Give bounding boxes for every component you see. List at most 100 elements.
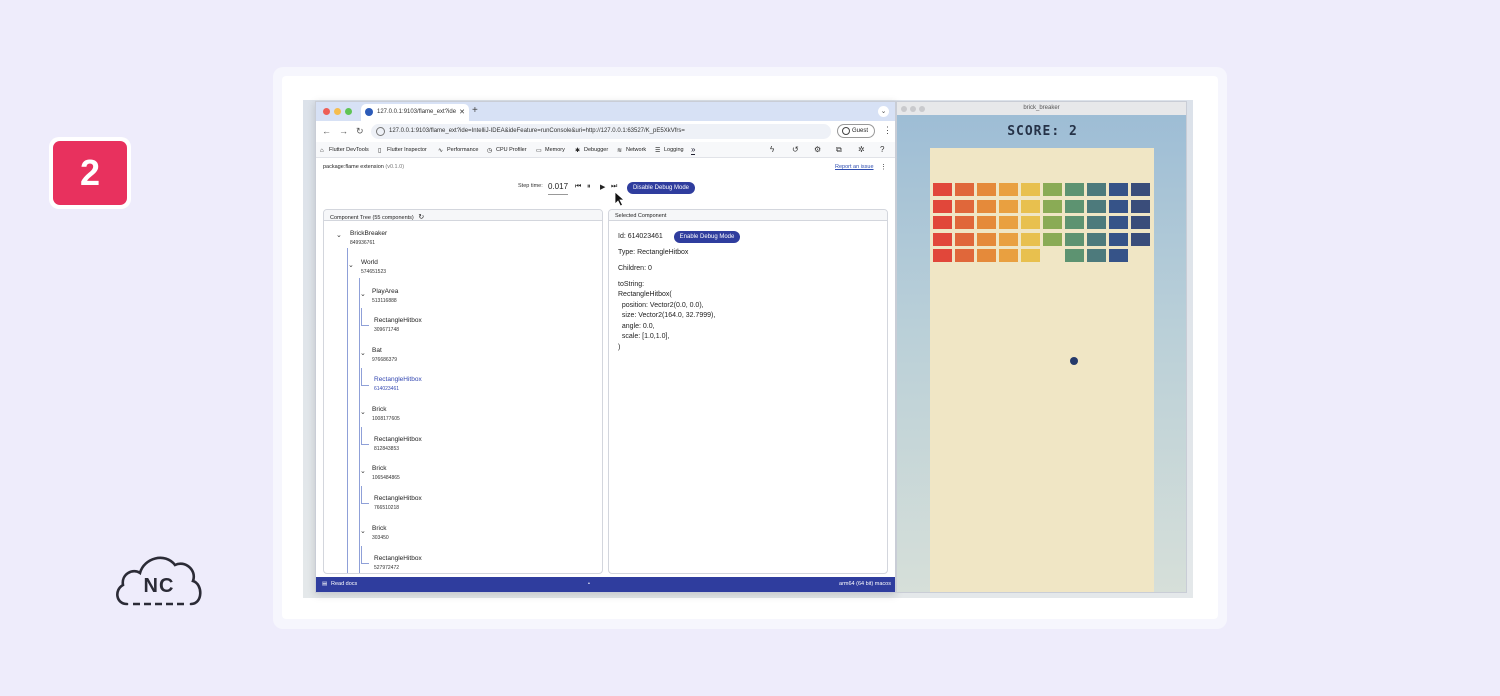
more-tabs-button[interactable]: » — [691, 145, 696, 155]
brick — [1109, 199, 1128, 213]
tree-line — [361, 385, 369, 386]
brick — [999, 199, 1018, 213]
chevron-down-icon[interactable]: ⌄ — [360, 467, 366, 475]
component-children: Children: 0 — [618, 265, 652, 272]
brick — [977, 216, 996, 229]
tab-flutter-inspector[interactable]: ▯ Flutter Inspector — [378, 147, 427, 154]
minimize-window-button[interactable] — [910, 106, 916, 112]
brick — [955, 199, 974, 213]
package-name: package:flame extension — [323, 164, 384, 170]
nc-cloud-logo: NC — [113, 550, 205, 610]
tree-node-brick[interactable]: Brick 303450 — [372, 525, 389, 541]
reload-icon[interactable]: ↻ — [356, 126, 364, 137]
new-tab-button[interactable]: + — [472, 105, 478, 116]
selected-component-header: Selected Component — [609, 210, 887, 221]
tree-node-brick[interactable]: Brick 1065484865 — [372, 465, 400, 481]
brick — [955, 232, 974, 246]
tree-node-rectanglehitbox-selected[interactable]: RectangleHitbox 614023461 — [374, 376, 422, 392]
component-id: Id: 614023461 — [618, 233, 663, 240]
brick — [1087, 249, 1106, 262]
tree-node-world[interactable]: World 574651523 — [361, 259, 386, 275]
chevron-down-icon[interactable]: ⌄ — [360, 290, 366, 298]
tree-line — [361, 444, 369, 445]
lightning-icon[interactable]: ϟ — [770, 145, 774, 154]
step-badge: 2 — [49, 137, 131, 209]
brick — [933, 232, 952, 246]
extension-menu-icon[interactable]: ⋮ — [880, 163, 887, 171]
read-docs-link[interactable]: Read docs — [331, 581, 357, 587]
wifi-icon: ≋ — [617, 148, 623, 154]
tab-memory[interactable]: ▭ Memory — [536, 147, 565, 154]
report-issue-link[interactable]: Report an issue — [835, 164, 874, 170]
chevron-down-icon[interactable]: ⌄ — [360, 408, 366, 416]
help-icon[interactable]: ? — [880, 145, 884, 154]
refresh-icon[interactable]: ↻ — [418, 214, 424, 221]
play-area[interactable] — [930, 148, 1154, 592]
tab-title: 127.0.0.1:9103/flame_ext?ide — [377, 109, 457, 115]
brick — [1109, 216, 1128, 229]
tab-logging[interactable]: ☰ Logging — [655, 147, 684, 154]
tab-debugger[interactable]: ✱ Debugger — [575, 147, 608, 154]
tree-node-bat[interactable]: Bat 976686379 — [372, 347, 397, 363]
history-icon[interactable]: ↺ — [792, 145, 799, 154]
tree-node-rectanglehitbox[interactable]: RectangleHitbox 527972472 — [374, 555, 422, 571]
tab-search-icon[interactable]: ⌄ — [878, 106, 889, 117]
pause-icon[interactable]: ⏸ — [587, 183, 591, 191]
chevron-down-icon[interactable]: ⌄ — [336, 231, 342, 239]
disable-debug-mode-button[interactable]: Disable Debug Mode — [627, 182, 695, 194]
brick — [1109, 183, 1128, 196]
enable-debug-mode-button[interactable]: Enable Debug Mode — [674, 231, 740, 243]
close-window-button[interactable] — [323, 108, 330, 115]
tree-node-rectanglehitbox[interactable]: RectangleHitbox 309671748 — [374, 317, 422, 333]
tree-node-brick[interactable]: Brick 1008177605 — [372, 406, 400, 422]
chevron-down-icon[interactable]: ⌄ — [348, 261, 354, 269]
brick — [1021, 183, 1040, 196]
tree-node-playarea[interactable]: PlayArea 513116888 — [372, 288, 398, 304]
chevron-down-icon[interactable]: ⌄ — [360, 527, 366, 535]
logo-text: NC — [143, 575, 175, 597]
maximize-window-button[interactable] — [345, 108, 352, 115]
step-forward-icon[interactable]: ⏭ — [611, 183, 617, 191]
brick — [1065, 199, 1084, 213]
address-bar: ← → ↻ 127.0.0.1:9103/flame_ext?ide=Intel… — [316, 121, 895, 142]
profile-button[interactable]: Guest — [837, 124, 875, 138]
tree-node-rectanglehitbox[interactable]: RectangleHitbox 812843853 — [374, 436, 422, 452]
settings-icon[interactable]: ✲ — [858, 145, 865, 154]
component-type: Type: RectangleHitbox — [618, 249, 689, 256]
brick — [977, 249, 996, 262]
brick — [1109, 249, 1128, 262]
skip-back-icon[interactable]: ⏮ — [575, 183, 581, 191]
maximize-window-button[interactable] — [919, 106, 925, 112]
tree-line — [361, 368, 362, 385]
step-time-input[interactable]: 0.017 — [548, 182, 569, 195]
close-tab-icon[interactable]: ✕ — [459, 108, 465, 116]
brick — [1087, 183, 1106, 196]
brick — [1043, 183, 1062, 196]
play-icon[interactable]: ▶ — [600, 183, 605, 191]
tab-cpu-profiler[interactable]: ◷ CPU Profiler — [487, 147, 527, 154]
tostring-value: RectangleHitbox( position: Vector2(0.0, … — [618, 291, 716, 351]
brick — [977, 199, 996, 213]
tree-node-rectanglehitbox[interactable]: RectangleHitbox 766510218 — [374, 495, 422, 511]
brick — [999, 232, 1018, 246]
chevron-down-icon[interactable]: ⌄ — [360, 349, 366, 357]
minimize-window-button[interactable] — [334, 108, 341, 115]
tree-node-brickbreaker[interactable]: BrickBreaker 849936761 — [350, 230, 387, 246]
site-info-icon[interactable] — [376, 127, 385, 136]
game-window-title: brick_breaker — [1023, 105, 1060, 111]
browser-menu-icon[interactable]: ⋮ — [883, 125, 892, 136]
close-window-button[interactable] — [901, 106, 907, 112]
devtools-tab-bar: ⌂ Flutter DevTools ▯ Flutter Inspector ∿ Pe… — [316, 142, 895, 158]
settings-gear-icon[interactable]: ⚙ — [814, 145, 821, 154]
extensions-icon[interactable]: ⧉ — [836, 145, 842, 155]
browser-tab[interactable]: 127.0.0.1:9103/flame_ext?ide ✕ — [361, 104, 469, 121]
package-title: package:flame extension (v0.1.0) — [323, 164, 404, 170]
package-version: (v0.1.0) — [385, 164, 405, 170]
forward-icon[interactable]: → — [339, 126, 348, 136]
tab-flutter-devtools[interactable]: ⌂ Flutter DevTools — [320, 147, 369, 154]
tab-network[interactable]: ≋ Network — [617, 147, 646, 154]
back-icon[interactable]: ← — [322, 126, 331, 136]
url-input[interactable]: 127.0.0.1:9103/flame_ext?ide=IntelliJ-ID… — [371, 124, 831, 139]
devtools-content: package:flame extension (v0.1.0) Report … — [316, 158, 895, 576]
tab-performance[interactable]: ∿ Performance — [438, 147, 479, 154]
